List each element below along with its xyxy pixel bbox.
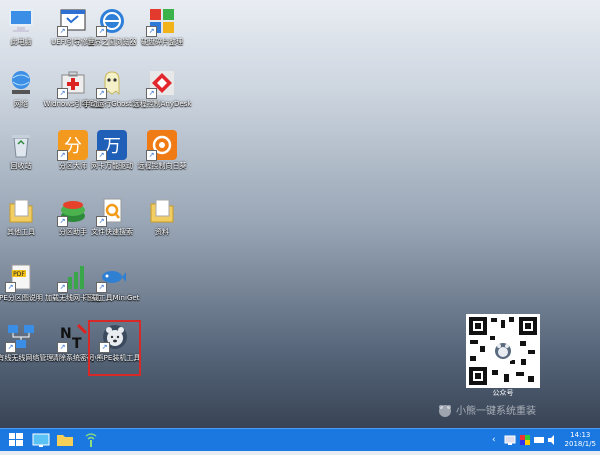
- folder-taskbar-icon: [57, 435, 73, 446]
- qr-code: [466, 314, 540, 388]
- fish-download-icon: ↗: [96, 262, 127, 293]
- brand-watermark: 小熊一键系统重装: [438, 403, 588, 421]
- tray-color-app-icon[interactable]: [519, 429, 531, 451]
- shortcut-arrow-icon: ↗: [57, 216, 68, 227]
- shortcut-arrow-icon: ↗: [96, 282, 107, 293]
- shortcut-arrow-icon: ↗: [5, 342, 16, 353]
- shortcut-arrow-icon: ↗: [57, 282, 68, 293]
- wireless-signal-icon: [85, 433, 97, 447]
- taskbar-explorer-button[interactable]: [54, 429, 76, 451]
- shortcut-arrow-icon: ↗: [96, 88, 107, 99]
- desktop-icon-defrag[interactable]: ↗ 硬盘碎片整理: [129, 6, 195, 47]
- selection-highlight: [88, 320, 141, 376]
- file-search-icon: ↗: [96, 196, 127, 227]
- anydesk-icon: ↗: [146, 68, 177, 99]
- recycle-bin-icon: [6, 130, 36, 160]
- shortcut-arrow-icon: ↗: [96, 150, 107, 161]
- shortcut-arrow-icon: ↗: [57, 26, 68, 37]
- svg-text:T: T: [72, 336, 82, 352]
- shortcut-arrow-icon: ↗: [57, 88, 68, 99]
- icon-label: 远程控制向日葵: [137, 162, 187, 170]
- wan-driver-icon: 万 ↗: [96, 130, 127, 161]
- icon-label: 硬盘碎片整理: [141, 38, 183, 46]
- start-button[interactable]: [4, 429, 28, 451]
- desktop-icon-sunflower[interactable]: ↗ 远程控制向日葵: [129, 130, 195, 171]
- shortcut-arrow-icon: ↗: [5, 282, 16, 293]
- brand-text: 小熊一键系统重装: [456, 406, 536, 417]
- tray-volume-icon[interactable]: [546, 429, 558, 451]
- desktop-icon-anydesk[interactable]: ↗ 远程控制AnyDesk: [129, 68, 195, 109]
- icon-label: 下载工具MiniGet: [84, 294, 140, 302]
- ghost-icon: ↗: [96, 68, 127, 99]
- taskbar-wireless-button[interactable]: [80, 429, 102, 451]
- tray-network-icon[interactable]: [504, 429, 516, 451]
- globe-browser-icon: ↗: [96, 6, 127, 37]
- shortcut-arrow-icon: ↗: [96, 26, 107, 37]
- shortcut-arrow-icon: ↗: [146, 88, 157, 99]
- shortcut-arrow-icon: ↗: [57, 150, 68, 161]
- qr-center-logo: [493, 341, 513, 361]
- svg-text:PDF: PDF: [13, 271, 25, 278]
- desktop-icon-materials[interactable]: 资料: [129, 196, 195, 237]
- folder-icon: [147, 196, 177, 226]
- clock-date: 2018/1/5: [564, 440, 596, 448]
- qr-caption: 公众号: [492, 389, 514, 397]
- pdf-doc-icon: PDF ↗: [5, 262, 36, 293]
- taskbar-desktop-button[interactable]: [30, 429, 52, 451]
- folder-icon: [6, 196, 36, 226]
- tray-keyboard-icon[interactable]: [533, 429, 545, 451]
- desktop-icon-miniget[interactable]: ↗ 下载工具MiniGet: [79, 262, 145, 303]
- icon-label: 远程控制AnyDesk: [132, 100, 192, 108]
- shortcut-arrow-icon: ↗: [96, 216, 107, 227]
- shortcut-arrow-icon: ↗: [57, 342, 68, 353]
- network-manager-icon: ↗: [5, 322, 36, 353]
- desktop-monitor-icon: [32, 433, 50, 447]
- defrag-cubes-icon: ↗: [146, 6, 177, 37]
- icon-label: 资料: [155, 228, 169, 236]
- tray-clock[interactable]: 14:13 2018/1/5: [565, 431, 596, 449]
- taskbar: ‹ 14:13 2018/1/5: [0, 428, 600, 451]
- sunflower-icon: ↗: [146, 130, 177, 161]
- windows-logo-icon: [9, 433, 23, 446]
- shortcut-arrow-icon: ↗: [146, 26, 157, 37]
- clock-time: 14:13: [570, 431, 591, 439]
- computer-icon: [6, 6, 36, 36]
- bear-logo-icon: [438, 404, 452, 418]
- shortcut-arrow-icon: ↗: [146, 150, 157, 161]
- network-globe-icon: [6, 68, 36, 98]
- svg-text:N: N: [60, 326, 72, 342]
- tray-expand-chevron-icon[interactable]: ‹: [492, 429, 502, 451]
